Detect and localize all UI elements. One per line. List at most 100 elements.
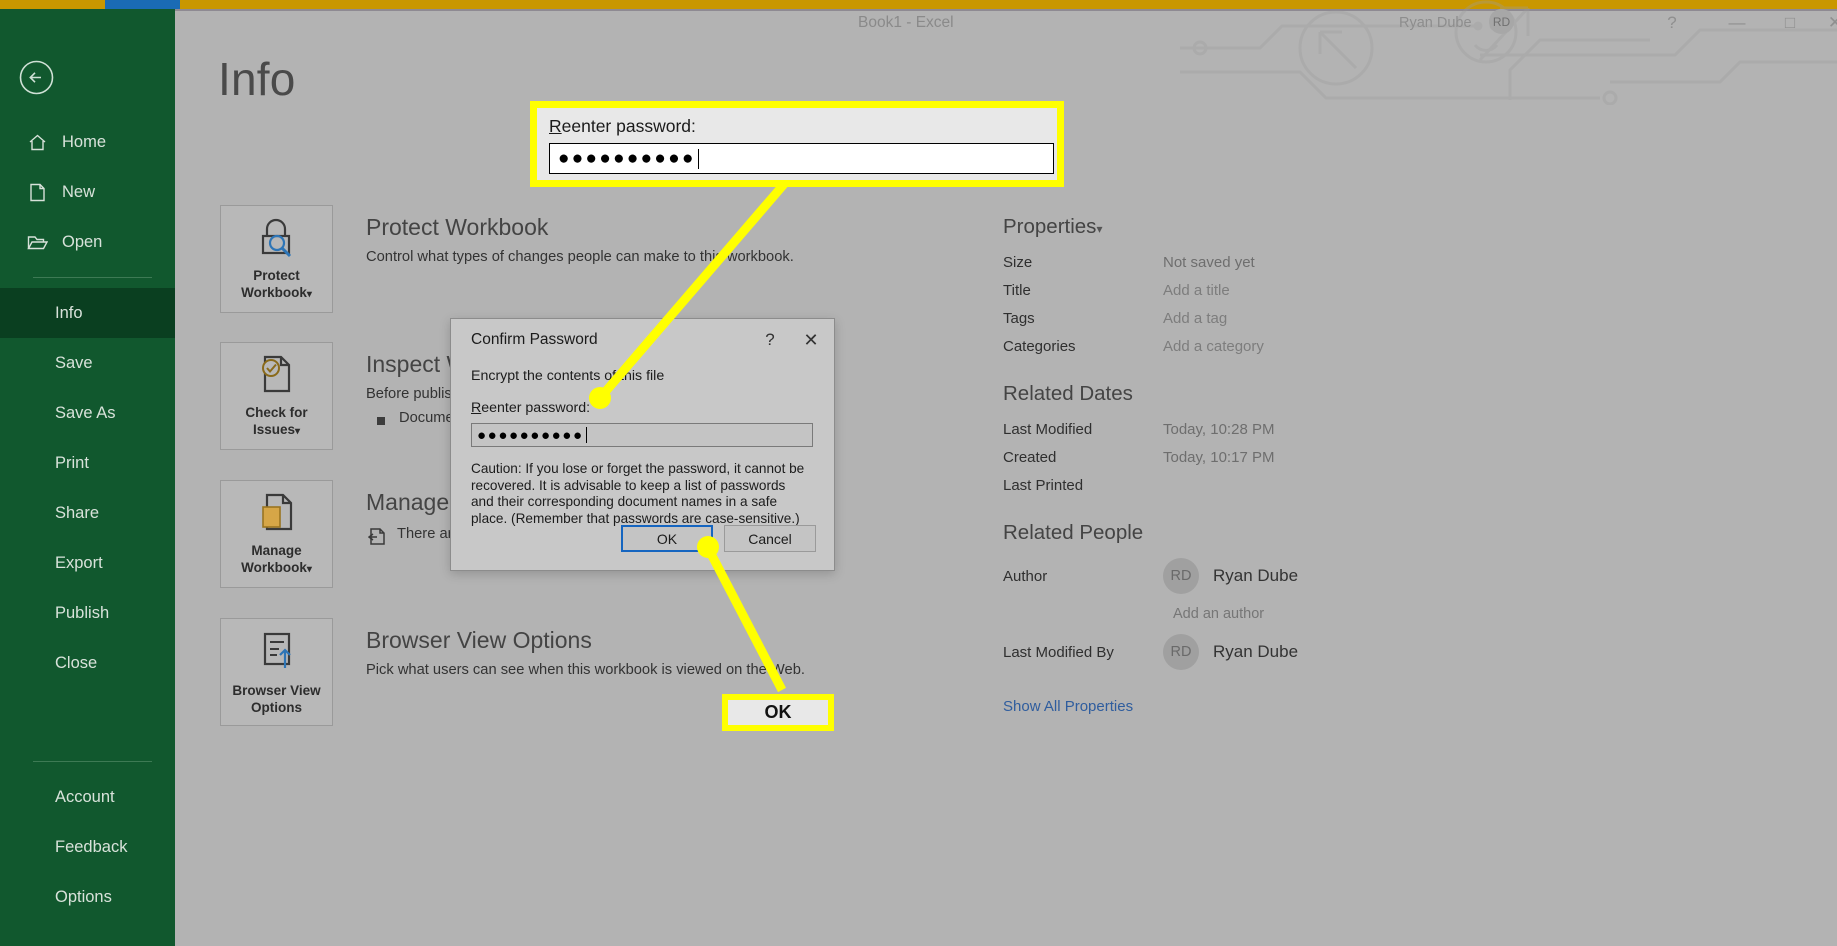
titlebar-divider: [175, 9, 1837, 11]
help-icon[interactable]: ?: [1655, 10, 1689, 36]
property-value[interactable]: Add a tag: [1163, 310, 1227, 327]
bullet-square-icon: [377, 417, 385, 425]
chevron-down-icon[interactable]: ▾: [307, 564, 312, 575]
dialog-caution-text: Caution: If you lose or forget the passw…: [471, 461, 805, 526]
callout-ok-label: OK: [728, 700, 828, 725]
avatar: RD: [1163, 634, 1199, 670]
sidebar-item-label: Save: [55, 353, 93, 372]
date-key: Last Modified: [1003, 420, 1093, 438]
property-row[interactable]: Tags Add a tag: [1003, 304, 1473, 332]
dialog-body: Encrypt the contents of this file Reente…: [451, 361, 834, 527]
sidebar-item-save[interactable]: Save: [0, 338, 175, 388]
sidebar-item-info[interactable]: Info: [0, 288, 175, 338]
date-value: Today, 10:17 PM: [1163, 448, 1275, 466]
back-arrow-circle-icon[interactable]: [18, 59, 55, 96]
top-accent-strip-blue: [105, 0, 180, 9]
properties-panel: Properties▾ Size Not saved yet Title Add…: [1003, 215, 1473, 715]
property-key: Tags: [1003, 309, 1035, 327]
sidebar-item-label: Feedback: [55, 837, 128, 856]
sidebar-item-export[interactable]: Export: [0, 538, 175, 588]
property-row[interactable]: Title Add a title: [1003, 276, 1473, 304]
property-value[interactable]: Add a category: [1163, 338, 1264, 355]
new-document-icon: [24, 183, 50, 202]
properties-heading[interactable]: Properties▾: [1003, 215, 1473, 239]
close-icon[interactable]: ✕: [1818, 10, 1837, 36]
last-modified-by-key: Last Modified By: [1003, 643, 1114, 661]
open-folder-icon: [24, 234, 50, 251]
tile-label: Check for Issues▾: [245, 405, 308, 437]
sidebar-item-label: Account: [55, 787, 115, 806]
document-manage-icon: [255, 481, 299, 542]
sidebar-item-label: Info: [55, 303, 83, 322]
dialog-close-icon[interactable]: ✕: [788, 319, 834, 361]
sidebar-item-options[interactable]: Options: [0, 872, 175, 922]
manage-workbook-button[interactable]: Manage Workbook▾: [220, 480, 333, 588]
page-title: Info: [218, 53, 296, 105]
dialog-cancel-button[interactable]: Cancel: [724, 525, 816, 552]
unsaved-document-icon: [367, 527, 387, 550]
section-description: Control what types of changes people can…: [366, 249, 794, 265]
tile-label: Protect Workbook▾: [241, 268, 312, 300]
sidebar-divider-bottom: [33, 761, 152, 762]
confirm-password-dialog: Confirm Password ? ✕ Encrypt the content…: [450, 318, 835, 571]
annotation-callout-password-field: Reenter password: ●●●●●●●●●●: [530, 101, 1064, 187]
window-title: Book1 - Excel: [858, 14, 954, 31]
section-browser-view-options: Browser View Options Browser View Option…: [220, 618, 805, 726]
browser-view-options-button[interactable]: Browser View Options: [220, 618, 333, 726]
sidebar-item-save-as[interactable]: Save As: [0, 388, 175, 438]
excel-backstage-window: Book1 - Excel Ryan Dube RD ? — □ ✕ Home: [0, 0, 1837, 946]
annotation-callout-ok-button: OK: [722, 694, 834, 731]
sidebar-item-label: Home: [62, 132, 107, 151]
top-accent-strip-gold: [0, 0, 1837, 9]
browser-view-icon: [255, 619, 299, 682]
password-mask-text: ●●●●●●●●●●: [477, 426, 584, 444]
account-avatar[interactable]: RD: [1489, 9, 1514, 34]
tile-label: Manage Workbook▾: [241, 543, 312, 575]
dialog-instruction: Encrypt the contents of this file: [471, 368, 665, 384]
sidebar-item-new[interactable]: New: [0, 167, 175, 217]
sidebar-item-print[interactable]: Print: [0, 438, 175, 488]
chevron-down-icon[interactable]: ▾: [307, 289, 312, 300]
add-author-field[interactable]: Add an author: [1173, 606, 1473, 622]
related-dates-heading: Related Dates: [1003, 382, 1133, 405]
dialog-help-icon[interactable]: ?: [752, 319, 788, 361]
check-for-issues-button[interactable]: Check for Issues▾: [220, 342, 333, 450]
sidebar-item-open[interactable]: Open: [0, 217, 175, 267]
sidebar-item-label: Export: [55, 553, 103, 572]
sidebar-item-home[interactable]: Home: [0, 117, 175, 167]
related-people-heading: Related People: [1003, 521, 1144, 544]
section-title: Protect Workbook: [366, 214, 549, 240]
minimize-icon[interactable]: —: [1720, 10, 1754, 36]
properties-heading-label: Properties: [1003, 215, 1097, 238]
last-modified-by-person[interactable]: RD Ryan Dube: [1163, 634, 1298, 670]
author-name: Ryan Dube: [1213, 566, 1299, 585]
sidebar-item-account[interactable]: Account: [0, 772, 175, 822]
annotation-dot-password-field: [589, 387, 611, 409]
property-row[interactable]: Size Not saved yet: [1003, 248, 1473, 276]
maximize-icon[interactable]: □: [1773, 10, 1807, 36]
sidebar-item-label: Share: [55, 503, 100, 522]
backstage-sidebar: Home New Open Info Save Save As Print Sh…: [0, 9, 175, 946]
sidebar-item-publish[interactable]: Publish: [0, 588, 175, 638]
reenter-password-input[interactable]: ●●●●●●●●●●: [471, 423, 813, 447]
sidebar-item-label: Close: [55, 653, 98, 672]
property-row[interactable]: Categories Add a category: [1003, 332, 1473, 360]
protect-workbook-button[interactable]: Protect Workbook▾: [220, 205, 333, 313]
callout-reenter-password-label: Reenter password:: [549, 116, 696, 136]
sidebar-item-label: Publish: [55, 603, 110, 622]
sidebar-item-share[interactable]: Share: [0, 488, 175, 538]
sidebar-item-feedback[interactable]: Feedback: [0, 822, 175, 872]
property-value[interactable]: Add a title: [1163, 282, 1230, 299]
callout-password-input[interactable]: ●●●●●●●●●●: [549, 143, 1054, 174]
chevron-down-icon[interactable]: ▾: [1096, 222, 1102, 236]
author-person[interactable]: RD Ryan Dube: [1163, 558, 1298, 594]
property-key: Title: [1003, 281, 1031, 299]
property-key: Size: [1003, 253, 1033, 271]
document-check-icon: [255, 343, 299, 404]
show-all-properties-link[interactable]: Show All Properties: [1003, 698, 1473, 715]
sidebar-item-close[interactable]: Close: [0, 638, 175, 688]
chevron-down-icon[interactable]: ▾: [295, 426, 300, 437]
date-row: Last Printed: [1003, 471, 1473, 499]
tile-label: Browser View Options: [232, 683, 321, 715]
home-icon: [24, 133, 50, 152]
